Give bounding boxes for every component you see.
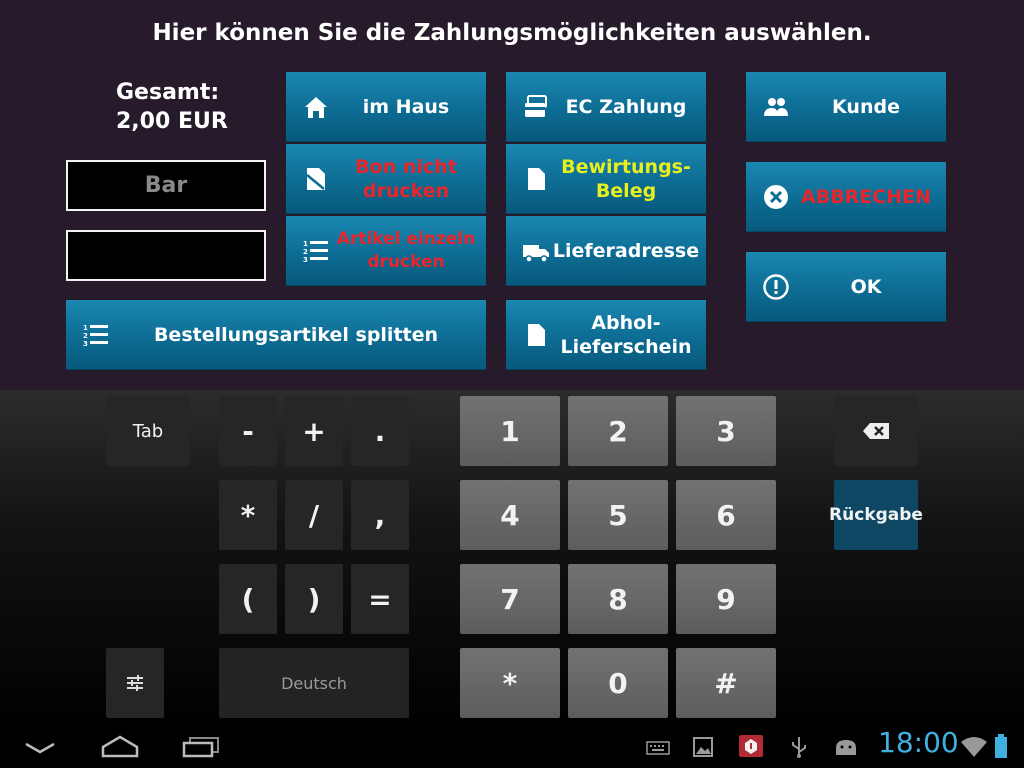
cancel-icon <box>764 184 788 209</box>
svg-text:2: 2 <box>303 248 308 256</box>
alert-icon <box>763 273 789 300</box>
star-key[interactable]: * <box>460 648 560 718</box>
home-nav-icon[interactable] <box>100 734 140 760</box>
document-icon <box>528 167 545 190</box>
print-items-individually-label: Artikel einzeln drucken <box>336 228 476 272</box>
digit-6-key[interactable]: 6 <box>676 480 776 550</box>
total-block: Gesamt: 2,00 EUR <box>116 78 228 136</box>
return-key[interactable]: Rückgabe <box>829 480 923 550</box>
asterisk-key[interactable]: * <box>219 480 277 550</box>
ec-payment-button[interactable]: EC Zahlung <box>506 72 706 142</box>
pickup-delivery-note-label: Abhol-Lieferschein <box>560 311 692 358</box>
svg-text:1: 1 <box>83 324 88 332</box>
system-bar <box>0 730 1024 768</box>
digit-4-key[interactable]: 4 <box>460 480 560 550</box>
users-icon <box>764 97 788 116</box>
amount-input[interactable] <box>66 230 266 281</box>
sliders-icon <box>127 675 143 691</box>
gallery-icon <box>693 737 713 757</box>
digit-2-key[interactable]: 2 <box>568 396 668 466</box>
minus-key[interactable]: - <box>219 396 277 466</box>
equals-key[interactable]: = <box>351 564 409 634</box>
document-icon <box>528 323 545 346</box>
svg-text:1: 1 <box>303 240 308 248</box>
cancel-button[interactable]: ABBRECHEN <box>746 162 946 232</box>
digit-1-key[interactable]: 1 <box>460 396 560 466</box>
digit-7-key[interactable]: 7 <box>460 564 560 634</box>
on-screen-keyboard: Tab - + . * / , ( ) = Deutsch 1 2 3 4 5 … <box>0 390 1024 730</box>
open-paren-key[interactable]: ( <box>219 564 277 634</box>
no-receipt-label: Bon nicht drucken <box>355 155 457 202</box>
in-house-button[interactable]: im Haus <box>286 72 486 142</box>
hospitality-receipt-button[interactable]: Bewirtungs-Beleg <box>506 144 706 214</box>
card-icon <box>525 94 547 117</box>
plus-key[interactable]: + <box>285 396 343 466</box>
split-order-items-button[interactable]: 1 2 3 Bestellungsartikel splitten <box>66 300 486 370</box>
back-chevron-icon[interactable] <box>22 740 58 756</box>
pickup-delivery-note-button[interactable]: Abhol-Lieferschein <box>506 300 706 370</box>
digit-3-key[interactable]: 3 <box>676 396 776 466</box>
numbered-list-icon: 1 2 3 <box>303 240 328 264</box>
battery-icon <box>995 734 1007 758</box>
keyboard-settings-key[interactable] <box>106 648 164 718</box>
payment-method-field[interactable]: Bar <box>66 160 266 211</box>
recent-apps-icon[interactable] <box>182 736 220 758</box>
language-key[interactable]: Deutsch <box>219 648 409 718</box>
slash-key[interactable]: / <box>285 480 343 550</box>
ok-label: OK <box>850 275 882 298</box>
page-title: Hier können Sie die Zahlungsmöglichkeite… <box>152 20 872 46</box>
no-receipt-button[interactable]: Bon nicht drucken <box>286 144 486 214</box>
digit-0-key[interactable]: 0 <box>568 648 668 718</box>
customer-label: Kunde <box>832 95 900 118</box>
print-items-individually-button[interactable]: 1 2 3 Artikel einzeln drucken <box>286 216 486 286</box>
total-label: Gesamt: <box>116 80 220 105</box>
digit-8-key[interactable]: 8 <box>568 564 668 634</box>
truck-icon <box>523 244 549 263</box>
customer-button[interactable]: Kunde <box>746 72 946 142</box>
app-notification-icon <box>739 735 763 757</box>
hospitality-receipt-label: Bewirtungs-Beleg <box>561 155 691 202</box>
numbered-list-icon: 1 2 3 <box>83 324 108 348</box>
payment-dialog: Hier können Sie die Zahlungsmöglichkeite… <box>0 0 1024 390</box>
status-clock: 18:00 <box>878 726 959 759</box>
android-debug-icon <box>836 740 856 755</box>
digit-5-key[interactable]: 5 <box>568 480 668 550</box>
delivery-address-button[interactable]: Lieferadresse <box>506 216 706 286</box>
wifi-icon <box>961 737 987 757</box>
comma-key[interactable]: , <box>351 480 409 550</box>
svg-text:3: 3 <box>303 256 308 264</box>
close-paren-key[interactable]: ) <box>285 564 343 634</box>
ec-payment-label: EC Zahlung <box>565 95 687 118</box>
backspace-key[interactable] <box>834 396 918 466</box>
delivery-address-label: Lieferadresse <box>552 239 700 262</box>
hash-key[interactable]: # <box>676 648 776 718</box>
svg-text:2: 2 <box>83 332 88 340</box>
no-print-icon <box>306 167 325 190</box>
backspace-icon <box>863 423 889 439</box>
digit-9-key[interactable]: 9 <box>676 564 776 634</box>
total-amount: 2,00 EUR <box>116 109 228 134</box>
svg-text:3: 3 <box>83 340 88 348</box>
home-icon <box>305 96 327 118</box>
keyboard-icon <box>646 741 670 755</box>
usb-icon <box>792 737 806 758</box>
ok-button[interactable]: OK <box>746 252 946 322</box>
split-order-items-label: Bestellungsartikel splitten <box>153 323 439 346</box>
dot-key[interactable]: . <box>351 396 409 466</box>
in-house-label: im Haus <box>362 95 450 118</box>
tab-key[interactable]: Tab <box>106 396 190 466</box>
cancel-label: ABBRECHEN <box>800 185 931 208</box>
